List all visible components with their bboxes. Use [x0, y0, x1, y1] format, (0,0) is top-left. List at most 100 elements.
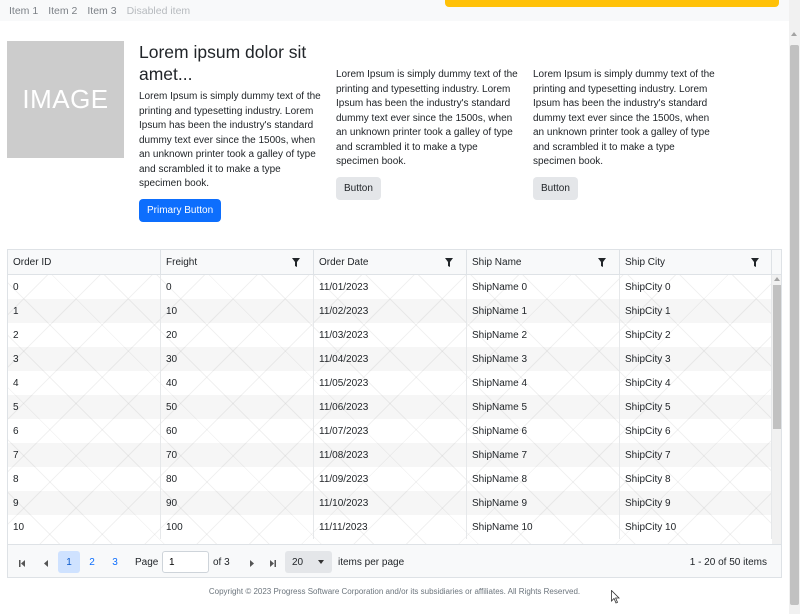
table-cell: ShipCity 6 [620, 419, 772, 443]
header-ship-city[interactable]: Ship City [620, 250, 772, 275]
page-scroll-up-icon[interactable] [791, 32, 797, 36]
header-freight[interactable]: Freight [161, 250, 314, 275]
table-cell: 10 [161, 299, 314, 323]
nav-item-disabled: Disabled item [126, 4, 191, 17]
table-cell: 11/02/2023 [314, 299, 467, 323]
table-cell: ShipName 8 [467, 467, 620, 491]
table-cell: ShipCity 3 [620, 347, 772, 371]
page-1-button[interactable]: 1 [58, 551, 80, 573]
table-row[interactable]: 4 40 11/05/2023 ShipName 4 ShipCity 4 [8, 371, 772, 395]
table-row[interactable]: 2 20 11/03/2023 ShipName 2 ShipCity 2 [8, 323, 772, 347]
table-row[interactable]: 10 100 11/11/2023 ShipName 10 ShipCity 10 [8, 515, 772, 539]
table-row[interactable]: 0 0 11/01/2023 ShipName 0 ShipCity 0 [8, 275, 772, 299]
table-cell: 30 [161, 347, 314, 371]
grid-scrollbar[interactable] [772, 275, 781, 544]
grid-header: Order ID Freight Order Date Ship Name Sh… [8, 250, 781, 275]
page-3-button[interactable]: 3 [104, 551, 126, 573]
column-2-text: Lorem Ipsum is simply dummy text of the … [336, 69, 518, 167]
filter-icon[interactable] [751, 258, 759, 267]
table-cell: ShipCity 7 [620, 443, 772, 467]
table-cell: ShipName 6 [467, 419, 620, 443]
table-cell: 9 [8, 491, 161, 515]
table-cell: 3 [8, 347, 161, 371]
table-cell: ShipName 9 [467, 491, 620, 515]
header-label: Order ID [13, 257, 52, 268]
nav-item-2[interactable]: Item 2 [48, 5, 77, 17]
grid-body: 0 0 11/01/2023 ShipName 0 ShipCity 0 1 10 11/02… [8, 275, 772, 544]
table-cell: 20 [161, 323, 314, 347]
table-cell: 11/03/2023 [314, 323, 467, 347]
filter-icon[interactable] [292, 258, 300, 267]
grid-pager: 1 2 3 Page of 3 20 items per page 1 - 20… [8, 544, 781, 577]
placeholder-image: IMAGE [7, 41, 124, 158]
table-row[interactable]: 6 60 11/07/2023 ShipName 6 ShipCity 6 [8, 419, 772, 443]
grid-scroll-thumb[interactable] [773, 285, 781, 429]
table-cell: 11/10/2023 [314, 491, 467, 515]
table-cell: 5 [8, 395, 161, 419]
header-ship-name[interactable]: Ship Name [467, 250, 620, 275]
table-cell: ShipCity 2 [620, 323, 772, 347]
top-navigation: Item 1 Item 2 Item 3 Disabled item [0, 0, 789, 21]
page-scroll-thumb[interactable] [790, 45, 799, 605]
page-scrollbar[interactable] [789, 0, 800, 614]
table-cell: 11/06/2023 [314, 395, 467, 419]
table-row[interactable]: 7 70 11/08/2023 ShipName 7 ShipCity 7 [8, 443, 772, 467]
table-cell: 70 [161, 443, 314, 467]
table-cell: ShipCity 0 [620, 275, 772, 299]
table-cell: 11/11/2023 [314, 515, 467, 539]
items-per-page-label: items per page [338, 557, 405, 568]
column-3-text: Lorem Ipsum is simply dummy text of the … [533, 69, 715, 167]
table-row[interactable]: 5 50 11/06/2023 ShipName 5 ShipCity 5 [8, 395, 772, 419]
first-page-icon[interactable] [12, 552, 34, 574]
table-row[interactable]: 1 10 11/02/2023 ShipName 1 ShipCity 1 [8, 299, 772, 323]
page-label: Page [135, 557, 159, 568]
nav-item-1[interactable]: Item 1 [9, 5, 38, 17]
table-cell: 11/05/2023 [314, 371, 467, 395]
warning-bar[interactable] [445, 0, 779, 7]
column-2-button[interactable]: Button [336, 177, 381, 200]
table-row[interactable]: 8 80 11/09/2023 ShipName 8 ShipCity 8 [8, 467, 772, 491]
image-placeholder-text: IMAGE [22, 84, 109, 114]
nav-item-3[interactable]: Item 3 [87, 5, 116, 17]
table-cell: 80 [161, 467, 314, 491]
table-cell: ShipCity 5 [620, 395, 772, 419]
table-cell: ShipName 2 [467, 323, 620, 347]
filter-icon[interactable] [445, 258, 453, 267]
pager-summary: 1 - 20 of 50 items [689, 557, 767, 568]
table-cell: ShipCity 8 [620, 467, 772, 491]
table-cell: ShipCity 1 [620, 299, 772, 323]
scroll-up-icon[interactable] [774, 277, 780, 281]
copyright-footer: Copyright © 2023 Progress Software Corpo… [208, 587, 581, 596]
table-cell: 1 [8, 299, 161, 323]
header-label: Order Date [319, 257, 369, 268]
table-row[interactable]: 3 30 11/04/2023 ShipName 3 ShipCity 3 [8, 347, 772, 371]
table-cell: 40 [161, 371, 314, 395]
page-size-dropdown[interactable]: 20 [285, 551, 332, 573]
page-number-input[interactable] [162, 551, 209, 573]
table-cell: 0 [8, 275, 161, 299]
table-row[interactable]: 9 90 11/10/2023 ShipName 9 ShipCity 9 [8, 491, 772, 515]
table-cell: 11/07/2023 [314, 419, 467, 443]
primary-button[interactable]: Primary Button [139, 199, 222, 222]
table-cell: 11/01/2023 [314, 275, 467, 299]
table-cell: 0 [161, 275, 314, 299]
next-page-icon[interactable] [240, 552, 262, 574]
header-order-date[interactable]: Order Date [314, 250, 467, 275]
table-cell: 10 [8, 515, 161, 539]
table-cell: 11/04/2023 [314, 347, 467, 371]
header-label: Ship City [625, 257, 666, 268]
page-2-button[interactable]: 2 [81, 551, 103, 573]
previous-page-icon[interactable] [35, 552, 57, 574]
table-cell: 60 [161, 419, 314, 443]
filter-icon[interactable] [598, 258, 606, 267]
caret-down-icon [318, 560, 324, 564]
column-3-button[interactable]: Button [533, 177, 578, 200]
hero-text: Lorem Ipsum is simply dummy text of the … [139, 91, 321, 189]
table-cell: ShipCity 9 [620, 491, 772, 515]
header-order-id[interactable]: Order ID [8, 250, 161, 275]
table-cell: ShipName 7 [467, 443, 620, 467]
table-cell: 11/09/2023 [314, 467, 467, 491]
table-cell: 6 [8, 419, 161, 443]
last-page-icon[interactable] [261, 552, 283, 574]
table-cell: ShipName 10 [467, 515, 620, 539]
